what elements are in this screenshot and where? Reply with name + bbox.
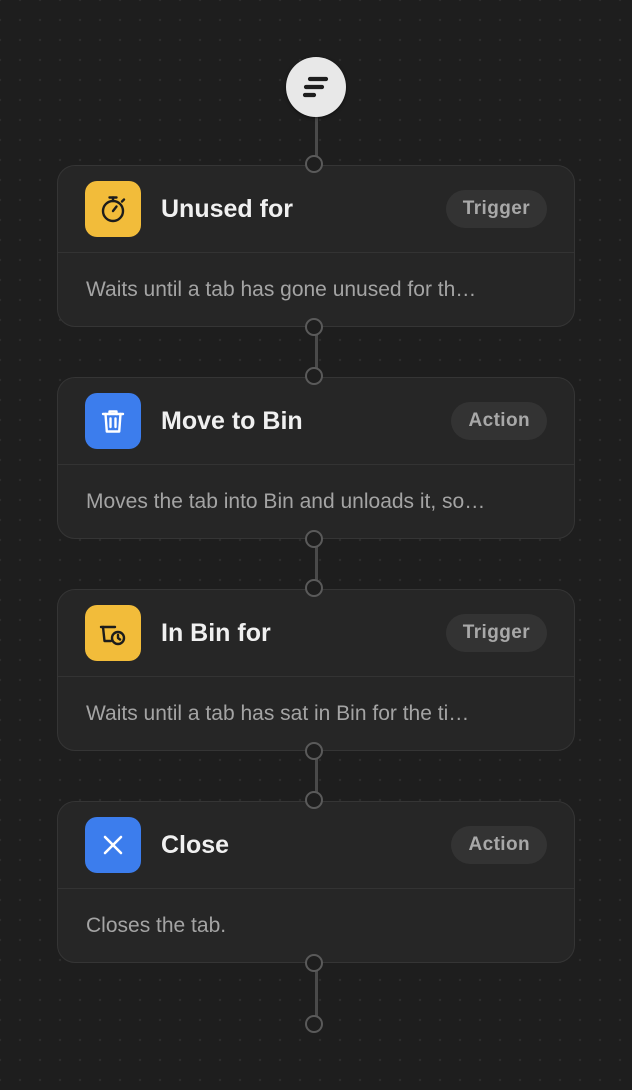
connector-port[interactable] <box>305 954 323 972</box>
workflow-canvas: Unused for Trigger Waits until a tab has… <box>0 0 632 1090</box>
step-title: Close <box>161 830 230 859</box>
step-description: Moves the tab into Bin and unloads it, s… <box>58 465 574 538</box>
step-description: Waits until a tab has sat in Bin for the… <box>58 677 574 750</box>
connector-port[interactable] <box>305 530 323 548</box>
stopwatch-icon <box>101 196 126 223</box>
step-title: Move to Bin <box>161 406 303 435</box>
step-description-text: Waits until a tab has sat in Bin for the… <box>86 701 470 725</box>
step-card-header: Unused for Trigger <box>58 166 574 253</box>
connector-port[interactable] <box>305 367 323 385</box>
step-title: In Bin for <box>161 618 271 647</box>
step-description: Waits until a tab has gone unused for th… <box>58 253 574 326</box>
step-icon-box <box>85 181 141 237</box>
step-card-move-to-bin[interactable]: Move to Bin Action Moves the tab into Bi… <box>57 377 575 539</box>
connector-port[interactable] <box>305 318 323 336</box>
step-title: Unused for <box>161 194 293 223</box>
step-card-header: In Bin for Trigger <box>58 590 574 677</box>
connector-port[interactable] <box>305 742 323 760</box>
step-icon-box <box>85 393 141 449</box>
step-icon-box <box>85 817 141 873</box>
connector-port[interactable] <box>305 155 323 173</box>
bin-clock-icon <box>99 625 126 646</box>
flow-start-icon <box>302 76 329 98</box>
step-card-close[interactable]: Close Action Closes the tab. <box>57 801 575 963</box>
step-type-badge: Trigger <box>445 614 547 652</box>
step-card-in-bin-for[interactable]: In Bin for Trigger Waits until a tab has… <box>57 589 575 751</box>
step-type-badge: Trigger <box>445 190 547 228</box>
connector-port[interactable] <box>305 791 323 809</box>
close-icon <box>103 835 123 855</box>
add-step-port[interactable] <box>305 1015 323 1033</box>
step-description-text: Moves the tab into Bin and unloads it, s… <box>86 489 486 513</box>
connector-port[interactable] <box>305 579 323 597</box>
step-type-badge: Action <box>451 826 547 864</box>
step-card-header: Move to Bin Action <box>58 378 574 465</box>
step-description-text: Closes the tab. <box>86 913 227 937</box>
flow-start-node[interactable] <box>286 57 346 117</box>
trash-icon <box>101 410 125 433</box>
step-type-badge: Action <box>451 402 547 440</box>
step-icon-box <box>85 605 141 661</box>
step-description: Closes the tab. <box>58 889 574 962</box>
step-description-text: Waits until a tab has gone unused for th… <box>86 277 477 301</box>
step-card-header: Close Action <box>58 802 574 889</box>
step-card-unused-for[interactable]: Unused for Trigger Waits until a tab has… <box>57 165 575 327</box>
